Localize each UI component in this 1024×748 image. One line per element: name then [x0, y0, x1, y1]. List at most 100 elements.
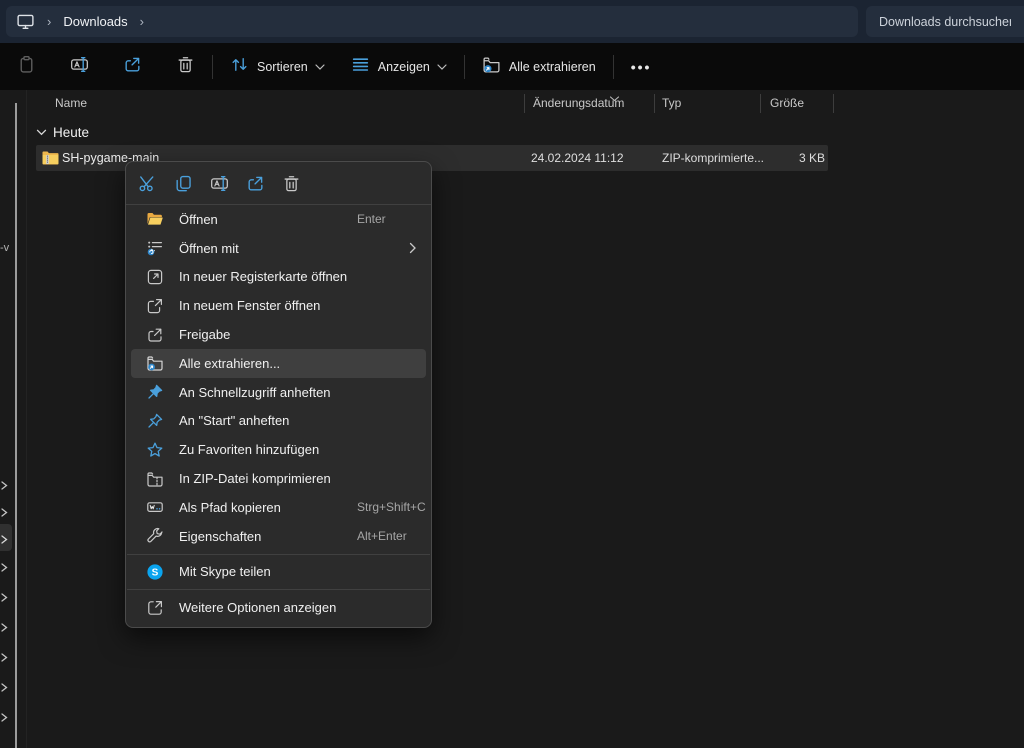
nav-pane-scrollbar[interactable]	[15, 103, 17, 748]
address-bar[interactable]: › Downloads ›	[6, 6, 858, 37]
toolbar-divider	[464, 55, 465, 79]
context-menu: Öffnen Enter Öffnen mit	[125, 161, 432, 628]
column-divider[interactable]	[833, 94, 834, 113]
tree-expand-chevron-icon[interactable]	[0, 620, 12, 632]
tree-expand-chevron-icon[interactable]	[0, 478, 12, 490]
more-options-icon	[146, 599, 164, 617]
tree-expand-chevron-icon[interactable]	[0, 590, 12, 602]
cut-button[interactable]	[132, 168, 163, 199]
search-input[interactable]	[866, 15, 1011, 29]
see-more-button[interactable]: •••	[622, 50, 661, 84]
pane-divider[interactable]	[26, 90, 27, 748]
column-divider[interactable]	[524, 94, 525, 113]
copy-button[interactable]	[168, 168, 199, 199]
view-button[interactable]: Anzeigen	[342, 50, 456, 84]
zip-folder-icon	[42, 151, 59, 170]
submenu-chevron-icon	[409, 242, 417, 254]
menu-item-open-with[interactable]: Öffnen mit	[131, 234, 426, 263]
breadcrumb-chevron-icon[interactable]: ›	[47, 14, 51, 29]
file-modified-date: 24.02.2024 11:12	[531, 151, 624, 165]
menu-item-extract-all[interactable]: Alle extrahieren...	[131, 349, 426, 378]
menu-item-label: Öffnen	[179, 212, 218, 227]
share-button[interactable]	[240, 168, 271, 199]
column-header-type[interactable]: Typ	[662, 96, 681, 110]
delete-button[interactable]	[276, 168, 307, 199]
menu-item-open-new-window[interactable]: In neuem Fenster öffnen	[131, 291, 426, 320]
menu-divider	[127, 554, 430, 555]
column-header-row: Name Änderungsdatum Typ Größe	[28, 90, 1024, 118]
rename-button[interactable]	[61, 50, 98, 84]
menu-item-copy-as-path[interactable]: Als Pfad kopieren Strg+Shift+C	[131, 493, 426, 522]
extract-label: Alle extrahieren	[509, 60, 596, 74]
menu-item-pin-to-start[interactable]: An "Start" anheften	[131, 407, 426, 436]
sort-label: Sortieren	[257, 60, 308, 74]
menu-item-label: In neuem Fenster öffnen	[179, 298, 320, 313]
column-header-size[interactable]: Größe	[770, 96, 804, 110]
view-label: Anzeigen	[378, 60, 430, 74]
extract-icon	[482, 55, 501, 79]
open-with-icon	[146, 239, 164, 257]
menu-item-open[interactable]: Öffnen Enter	[131, 205, 426, 234]
breadcrumb-downloads[interactable]: Downloads	[63, 14, 127, 29]
sort-icon	[230, 55, 249, 79]
delete-button[interactable]	[167, 50, 204, 84]
search-box[interactable]	[866, 6, 1024, 37]
rename-icon	[210, 174, 229, 193]
menu-item-show-more-options[interactable]: Weitere Optionen anzeigen	[131, 593, 426, 622]
paste-button[interactable]	[8, 50, 45, 84]
menu-item-properties[interactable]: Eigenschaften Alt+Enter	[131, 522, 426, 551]
menu-item-shortcut: Strg+Shift+C	[357, 500, 426, 514]
toolbar-divider	[212, 55, 213, 79]
trash-icon	[282, 174, 301, 193]
tree-expand-chevron-icon[interactable]	[0, 710, 12, 722]
column-divider[interactable]	[760, 94, 761, 113]
menu-item-add-favorites[interactable]: Zu Favoriten hinzufügen	[131, 435, 426, 464]
menu-item-label: Weitere Optionen anzeigen	[179, 600, 336, 615]
view-list-icon	[351, 55, 370, 79]
tree-expand-chevron-icon[interactable]	[0, 560, 12, 572]
tree-expand-chevron-icon[interactable]	[0, 650, 12, 662]
toolbar-divider	[613, 55, 614, 79]
menu-item-label: Eigenschaften	[179, 529, 261, 544]
breadcrumb-chevron-icon[interactable]: ›	[140, 14, 144, 29]
zip-compress-icon	[146, 470, 164, 488]
menu-item-label: Freigabe	[179, 327, 230, 342]
cut-icon	[138, 174, 157, 193]
menu-item-label: Mit Skype teilen	[179, 564, 271, 579]
share-icon	[146, 326, 164, 344]
copy-path-icon	[146, 498, 164, 516]
chevron-down-icon	[437, 64, 447, 70]
menu-item-label: Als Pfad kopieren	[179, 500, 281, 515]
sort-indicator-icon	[609, 89, 620, 107]
menu-item-label: Zu Favoriten hinzufügen	[179, 442, 319, 457]
sort-button[interactable]: Sortieren	[221, 50, 334, 84]
tree-expand-chevron-icon[interactable]	[0, 532, 12, 544]
group-header-today[interactable]: Heute	[36, 122, 89, 142]
menu-item-label: Öffnen mit	[179, 241, 239, 256]
paste-icon	[17, 55, 36, 79]
menu-item-compress-zip[interactable]: In ZIP-Datei komprimieren	[131, 464, 426, 493]
menu-item-share[interactable]: Freigabe	[131, 320, 426, 349]
rename-button[interactable]	[204, 168, 235, 199]
menu-item-label: An Schnellzugriff anheften	[179, 385, 331, 400]
svg-text:S: S	[152, 568, 159, 579]
open-folder-icon	[146, 210, 164, 228]
tree-expand-chevron-icon[interactable]	[0, 680, 12, 692]
file-explorer-window: › Downloads ›	[0, 0, 1024, 748]
new-tab-icon	[146, 268, 164, 286]
tree-expand-chevron-icon[interactable]	[0, 505, 12, 517]
title-bar: › Downloads ›	[0, 0, 1024, 43]
extract-all-button[interactable]: Alle extrahieren	[473, 50, 605, 84]
this-pc-icon[interactable]	[16, 12, 35, 31]
share-button[interactable]	[114, 50, 151, 84]
column-header-name[interactable]: Name	[55, 96, 87, 110]
menu-item-open-new-tab[interactable]: In neuer Registerkarte öffnen	[131, 263, 426, 292]
pin-outline-icon	[146, 412, 164, 430]
menu-item-share-skype[interactable]: S Mit Skype teilen	[131, 558, 426, 587]
chevron-down-icon	[36, 129, 47, 136]
menu-item-pin-quick-access[interactable]: An Schnellzugriff anheften	[131, 378, 426, 407]
share-icon	[123, 55, 142, 79]
menu-item-shortcut: Alt+Enter	[357, 529, 407, 543]
column-divider[interactable]	[654, 94, 655, 113]
share-icon	[246, 174, 265, 193]
